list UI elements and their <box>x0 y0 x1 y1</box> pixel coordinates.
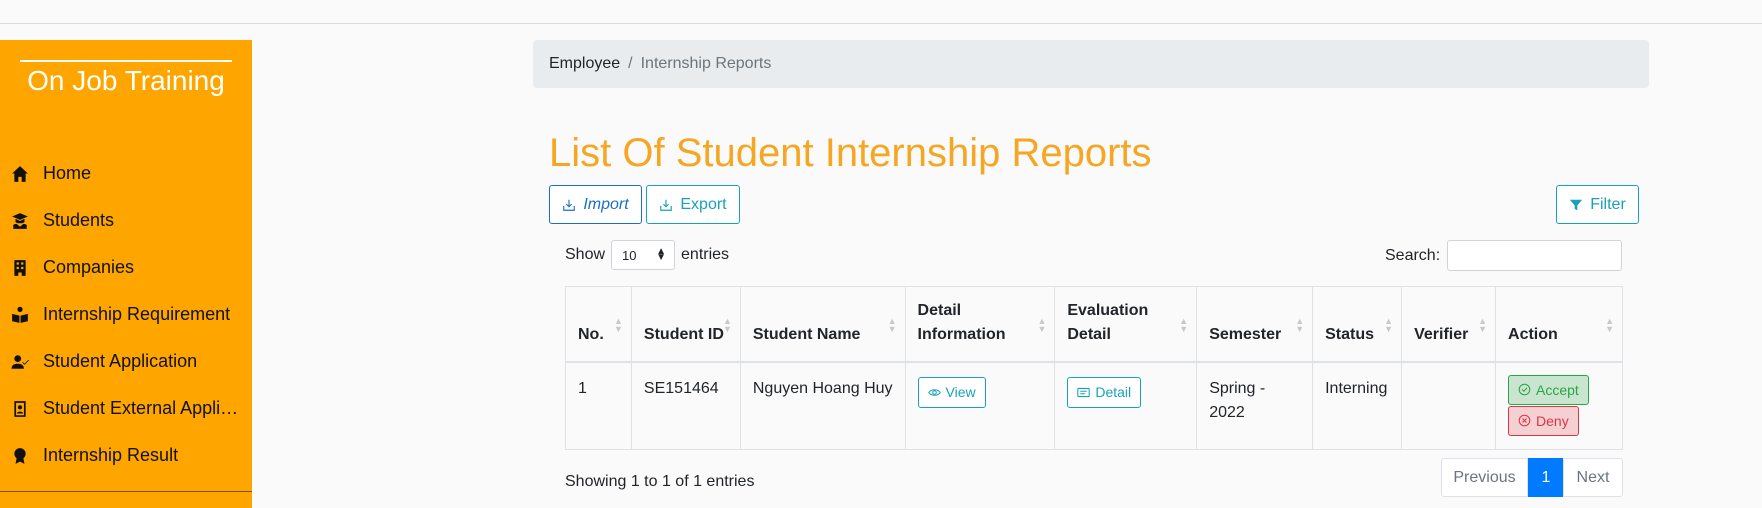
export-icon <box>660 199 673 211</box>
cell-verifier <box>1401 361 1497 450</box>
next-page-button[interactable]: Next <box>1563 458 1623 497</box>
graduate-icon <box>10 211 30 231</box>
column-header-status[interactable]: Status ▲ ▼ <box>1312 286 1403 362</box>
accept-label: Accept <box>1536 381 1579 398</box>
column-header-action[interactable]: Action ▲ ▼ <box>1495 286 1623 362</box>
sort-icon: ▲ ▼ <box>1295 316 1305 334</box>
cell-student-name: Nguyen Hoang Huy <box>739 361 906 450</box>
card-text-icon <box>1077 387 1091 397</box>
import-icon <box>563 199 576 211</box>
column-header-student-id[interactable]: Student ID ▲ ▼ <box>630 286 741 362</box>
brand-underline <box>20 60 232 62</box>
sidebar: On Job Training Home Students Companies … <box>0 40 252 508</box>
search-label: Search: <box>1385 246 1441 264</box>
view-button[interactable]: View <box>917 376 986 408</box>
sidebar-item-label: Internship Result <box>43 445 179 465</box>
breadcrumb-current: Internship Reports <box>640 55 772 72</box>
award-icon <box>10 446 30 466</box>
cell-detail-information: View <box>904 361 1056 450</box>
id-badge-icon <box>10 399 30 419</box>
sidebar-item-label: Student External Appli… <box>43 398 239 418</box>
sidebar-item-label: Home <box>43 163 92 183</box>
sort-icon: ▲ ▼ <box>722 316 732 334</box>
brand-title[interactable]: On Job Training <box>20 64 232 98</box>
search-input[interactable] <box>1447 240 1623 271</box>
detail-label: Detail <box>1095 384 1132 400</box>
sidebar-item-student-external-application[interactable]: Student External Appli… <box>0 385 252 432</box>
table-info: Showing 1 to 1 of 1 entries <box>565 473 755 490</box>
page-1-button[interactable]: 1 <box>1528 458 1564 497</box>
sidebar-item-student-application[interactable]: Student Application <box>0 338 252 385</box>
cell-evaluation-detail: Detail <box>1054 361 1198 450</box>
show-entries-control: Show 10 ▲ ▼ entries <box>565 240 729 270</box>
pagination: Previous 1 Next <box>1441 458 1623 497</box>
entries-select-value: 10 <box>622 247 637 263</box>
entries-label: entries <box>681 246 730 263</box>
column-header-student-name[interactable]: Student Name ▲ ▼ <box>739 286 906 362</box>
column-header-verifier[interactable]: Verifier ▲ ▼ <box>1401 286 1497 362</box>
cell-action: Accept Deny <box>1495 361 1623 450</box>
home-icon <box>10 164 30 184</box>
entries-select[interactable]: 10 ▲ ▼ <box>611 240 676 270</box>
user-check-icon <box>10 352 30 372</box>
sidebar-divider <box>0 491 252 492</box>
sidebar-item-companies[interactable]: Companies <box>0 244 252 291</box>
deny-button[interactable]: Deny <box>1508 405 1579 436</box>
check-circle-icon <box>1518 383 1531 396</box>
column-header-evaluation-detail[interactable]: Evaluation Detail ▲ ▼ <box>1054 286 1198 362</box>
breadcrumb: Employee / Internship Reports <box>533 40 1649 88</box>
export-label: Export <box>680 195 727 213</box>
book-reader-icon <box>10 305 30 325</box>
sidebar-item-internship-result[interactable]: Internship Result <box>0 432 252 479</box>
sidebar-item-label: Internship Requirement <box>43 304 231 324</box>
sidebar-item-label: Companies <box>43 257 135 277</box>
sidebar-item-label: Student Application <box>43 351 198 371</box>
column-header-detail-information[interactable]: Detail Information ▲ ▼ <box>904 286 1056 362</box>
breadcrumb-employee[interactable]: Employee <box>549 55 620 73</box>
detail-button[interactable]: Detail <box>1067 376 1142 408</box>
sort-icon: ▲ ▼ <box>1179 316 1189 334</box>
show-label: Show <box>565 246 606 263</box>
import-label: Import <box>583 195 629 213</box>
deny-label: Deny <box>1536 412 1569 429</box>
sort-icon: ▲ ▼ <box>1384 316 1394 334</box>
accept-button[interactable]: Accept <box>1508 374 1589 405</box>
table-search: Search: <box>1385 240 1623 271</box>
export-button[interactable]: Export <box>646 185 740 224</box>
sort-icon: ▲ ▼ <box>1605 316 1614 334</box>
breadcrumb-separator: / <box>628 55 633 72</box>
x-circle-icon <box>1518 414 1531 427</box>
sort-asc-icon: ▲ ▼ <box>614 316 623 334</box>
sidebar-menu: Home Students Companies Internship Requi… <box>0 150 252 479</box>
table-header-row: No. ▲ ▼ Student ID ▲ ▼ Student Name ▲ ▼ Detail… <box>565 286 1623 362</box>
select-caret-icon: ▲ ▼ <box>656 246 667 263</box>
sort-icon: ▲ ▼ <box>1478 316 1488 334</box>
import-button[interactable]: Import <box>549 185 642 224</box>
sidebar-item-internship-requirement[interactable]: Internship Requirement <box>0 291 252 338</box>
sidebar-item-home[interactable]: Home <box>0 150 252 197</box>
filter-icon <box>1570 199 1583 210</box>
sort-icon: ▲ ▼ <box>1037 316 1047 334</box>
view-label: View <box>945 384 976 400</box>
cell-status: Interning <box>1312 361 1403 450</box>
reports-table: No. ▲ ▼ Student ID ▲ ▼ Student Name ▲ ▼ Detail… <box>565 286 1623 450</box>
filter-label: Filter <box>1590 195 1626 213</box>
column-header-no[interactable]: No. ▲ ▼ <box>565 286 632 362</box>
filter-button[interactable]: Filter <box>1556 185 1639 224</box>
table-row: 1 SE151464 Nguyen Hoang Huy View Detail … <box>565 361 1623 450</box>
building-icon <box>10 258 30 278</box>
cell-semester: Spring - 2022 <box>1196 361 1314 450</box>
cell-no: 1 <box>565 361 632 450</box>
eye-icon <box>927 388 941 396</box>
sort-icon: ▲ ▼ <box>887 316 897 334</box>
previous-page-button[interactable]: Previous <box>1441 458 1528 497</box>
sidebar-item-students[interactable]: Students <box>0 197 252 244</box>
top-bar <box>0 0 1762 24</box>
page-title: List Of Student Internship Reports <box>549 131 1152 175</box>
sidebar-item-label: Students <box>43 210 115 230</box>
cell-student-id: SE151464 <box>630 361 741 450</box>
column-header-semester[interactable]: Semester ▲ ▼ <box>1196 286 1314 362</box>
